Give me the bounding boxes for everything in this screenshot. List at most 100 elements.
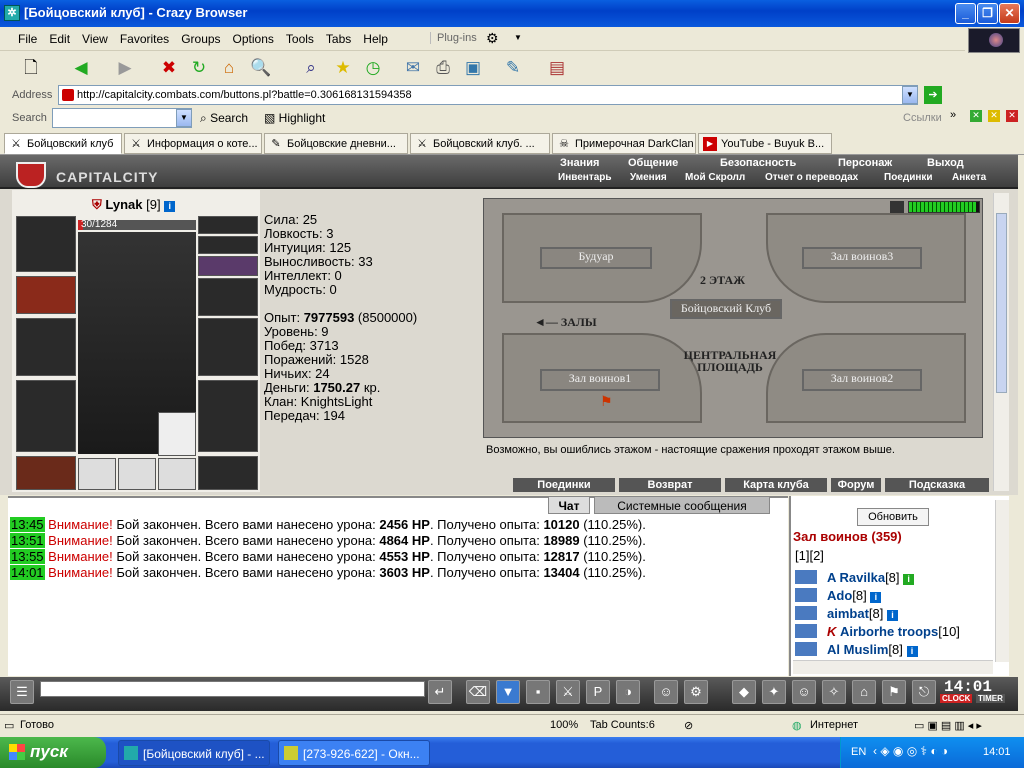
tab-info[interactable]: ⚔ Информация о коте... [124,133,262,154]
send-icon[interactable]: ↵ [428,680,452,704]
forward-icon[interactable]: ▶ [112,55,138,81]
halls-link[interactable]: ◄— ЗАЛЫ [534,315,597,330]
menu-favorites[interactable]: Favorites [114,27,175,46]
popup-blocker-icon[interactable]: ⊘ [684,719,693,732]
nav-character[interactable]: Персонаж [838,157,892,171]
chat-options-icon[interactable]: ☰ [10,680,34,704]
floor-2-link[interactable]: 2 ЭТАЖ [700,273,745,288]
menu-help[interactable]: Help [357,27,394,46]
address-input[interactable]: http://capitalcity.combats.com/buttons.p… [58,85,918,105]
forum-button[interactable]: Форум [831,478,881,492]
fullscreen-icon[interactable]: ▣ [460,55,486,81]
plugins-label[interactable]: Plug-ins [430,32,477,44]
zoom-level[interactable]: 100% [550,719,578,731]
nav-my-scroll[interactable]: Мой Скролл [685,172,745,186]
settings-icon[interactable]: ⚙ [684,680,708,704]
tab-chat[interactable]: Чат [548,496,590,514]
nav-security[interactable]: Безопасность [720,157,796,171]
speed-icon[interactable]: ◑ [616,680,640,704]
chevron-down-icon[interactable]: ▼ [514,33,522,42]
nav-inventory[interactable]: Инвентарь [558,172,612,186]
ring-slot-3[interactable] [158,458,196,490]
home-icon[interactable]: ⌂ [216,55,242,81]
weapon-slot[interactable] [16,318,76,376]
menu-tools[interactable]: Tools [280,27,320,46]
search-input[interactable] [52,108,192,128]
task-messenger[interactable]: [273-926-622] - Окн... [278,740,430,766]
info-icon[interactable]: i [164,201,176,212]
player-entry[interactable]: Al Muslim[8] i [795,642,918,657]
shop-icon[interactable]: ⌂ [852,680,876,704]
new-page-icon[interactable]: 🗋 [18,55,44,81]
language-indicator[interactable]: EN [851,746,866,758]
save-icon[interactable]: ▪ [526,680,550,704]
nav-exit[interactable]: Выход [927,157,964,171]
game-scrollbar[interactable] [993,193,1009,491]
friends-icon[interactable]: ☺ [792,680,816,704]
private-message-icon[interactable] [795,624,817,638]
fight-icon[interactable]: ⚔ [556,680,580,704]
belt-slot[interactable] [16,456,76,490]
plugin-icon[interactable]: ⚙ [486,30,499,47]
helmet-slot[interactable] [16,216,76,272]
address-dropdown-icon[interactable]: ▼ [902,86,918,104]
maximize-button[interactable]: ❐ [977,3,998,24]
ring-slot-2[interactable] [118,458,156,490]
pet-slot[interactable] [158,412,196,456]
player-entry[interactable]: A Ravilka[8] i [795,570,915,585]
private-message-icon[interactable] [795,642,817,656]
room-warriors-2[interactable]: Зал воинов2 [802,369,922,391]
mail-icon[interactable]: ✉ [400,55,426,81]
clear-icon[interactable]: ⌫ [466,680,490,704]
room-boudoir[interactable]: Будуар [540,247,652,269]
close-button[interactable]: ✕ [999,3,1020,24]
menu-view[interactable]: View [76,27,114,46]
central-square-link[interactable]: ЦЕНТРАЛЬНАЯ ПЛОЩАДЬ [680,349,780,373]
close-all-icon[interactable]: ✕ [1006,110,1018,122]
club-map-button[interactable]: Карта клуба [725,478,827,492]
stop-icon[interactable]: ✖ [156,55,182,81]
scroll-slots[interactable] [198,256,258,276]
nav-duels[interactable]: Поединки [884,172,933,186]
player-entry[interactable]: K Airborhe troops[10] [795,624,960,639]
room-warriors-1[interactable]: Зал воинов1 [540,369,660,391]
ring-slot-1[interactable] [78,458,116,490]
duels-button[interactable]: Поединки [513,478,615,492]
exit-icon[interactable]: ⎋ [912,680,936,704]
shield-slot[interactable] [198,318,258,376]
private-icon[interactable]: P [586,680,610,704]
tray-icons[interactable]: ‹ ◈ ◉ ◎ ⚕ ◐ ◑ [873,744,948,758]
search-icon[interactable]: ⌕ [298,55,324,81]
chevron-right-icon[interactable]: » [950,109,956,121]
menu-tabs[interactable]: Tabs [320,27,357,46]
info-icon[interactable]: i [906,646,918,657]
nav-skills[interactable]: Умения [630,172,667,186]
timer-label[interactable]: TIMER [976,694,1005,703]
search-dropdown-icon[interactable]: ▼ [176,109,192,127]
menu-edit[interactable]: Edit [43,27,76,46]
gloves-slot[interactable] [198,278,258,316]
nav-knowledge[interactable]: Знания [560,157,599,171]
highlight-button[interactable]: ▧ Highlight [264,111,325,125]
room-warriors-3[interactable]: Зал воинов3 [802,247,922,269]
filter-icon[interactable]: ▼ [496,680,520,704]
private-message-icon[interactable] [795,606,817,620]
bag-icon[interactable]: ◆ [732,680,756,704]
smiley-icon[interactable]: ☺ [654,680,678,704]
layout-icons[interactable]: ▭ ▣ ▤ ▥ ◂ ▸ [914,719,982,732]
favorites-icon[interactable]: ★ [330,55,356,81]
print-icon[interactable]: ⎙ [430,55,456,81]
history-icon[interactable]: ◷ [360,55,386,81]
go-icon[interactable]: ➔ [924,86,942,104]
boots-slot[interactable] [198,456,258,490]
tile-icon[interactable]: ✕ [970,110,982,122]
search-button[interactable]: ⌕ Search [200,111,248,126]
cascade-icon[interactable]: ✕ [988,110,1000,122]
return-button[interactable]: Возврат [619,478,721,492]
quest-icon[interactable]: ✧ [822,680,846,704]
nav-transfer-report[interactable]: Отчет о переводах [765,172,858,186]
refresh-button[interactable]: Обновить [857,508,929,526]
info-icon[interactable]: i [903,574,915,585]
tab-system-messages[interactable]: Системные сообщения [594,496,770,514]
menu-options[interactable]: Options [227,27,280,46]
